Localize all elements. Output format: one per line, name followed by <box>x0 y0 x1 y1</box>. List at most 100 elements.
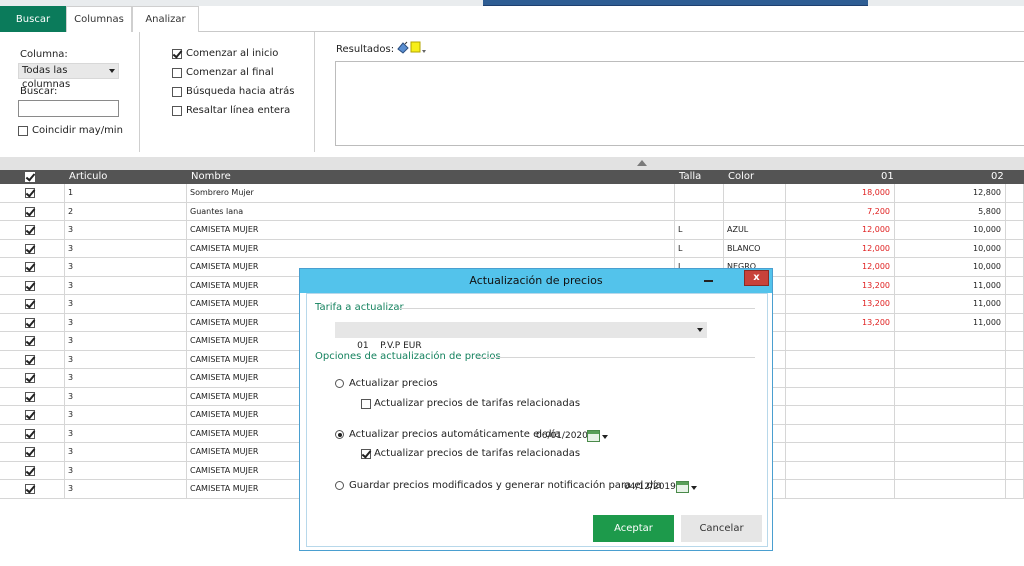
update-prices-radio[interactable] <box>335 379 344 388</box>
update-prices-label: Actualizar precios <box>349 378 438 389</box>
search-input[interactable] <box>18 100 119 117</box>
table-row[interactable]: 1 Sombrero Mujer 18,000 12,800 <box>0 184 1024 203</box>
cell-spacer <box>1006 387 1024 406</box>
minimize-icon[interactable] <box>704 280 713 282</box>
calendar-icon[interactable] <box>676 481 689 493</box>
cell-articulo: 3 <box>65 350 187 369</box>
accept-button[interactable]: Aceptar <box>593 515 674 542</box>
cell-p01: 7,200 <box>786 202 895 221</box>
save-notify-date[interactable]: 04/12/2019 <box>624 480 676 495</box>
dialog-titlebar[interactable]: Actualización de precios x <box>300 269 772 293</box>
column-header-02[interactable]: 02 <box>991 170 1004 184</box>
row-checkbox[interactable] <box>25 299 35 309</box>
row-checkbox[interactable] <box>25 243 35 254</box>
cell-articulo: 3 <box>65 424 187 443</box>
tab-analizar[interactable]: Analizar <box>132 6 199 32</box>
results-area[interactable] <box>335 61 1024 146</box>
start-at-end-checkbox[interactable] <box>172 68 182 78</box>
row-checkbox[interactable] <box>25 336 35 346</box>
auto-update-radio[interactable] <box>335 430 344 439</box>
row-checkbox[interactable] <box>25 447 35 457</box>
cell-articulo: 1 <box>65 184 187 202</box>
cell-articulo: 2 <box>65 202 187 221</box>
cell-nombre: CAMISETA MUJER <box>187 221 675 239</box>
update-related-label-2: Actualizar precios de tarifas relacionad… <box>374 448 581 459</box>
cell-p02: 5,800 <box>895 202 1006 221</box>
cell-talla: L <box>675 239 724 258</box>
cell-p01 <box>786 350 895 369</box>
collapse-up-icon[interactable] <box>637 160 647 166</box>
row-checkbox[interactable] <box>25 188 35 198</box>
cell-p01 <box>786 387 895 406</box>
column-select[interactable]: Todas las columnas <box>18 63 119 90</box>
column-header-01[interactable]: 01 <box>881 170 894 184</box>
cancel-button[interactable]: Cancelar <box>681 515 762 542</box>
section-divider <box>399 308 755 309</box>
cell-p02 <box>895 443 1006 461</box>
start-at-end-label: Comenzar al final <box>186 67 274 78</box>
match-case-checkbox[interactable] <box>18 126 28 136</box>
column-header-nombre[interactable]: Nombre <box>191 170 231 184</box>
chevron-down-icon[interactable] <box>602 435 608 439</box>
row-checkbox[interactable] <box>25 206 35 217</box>
cell-p02 <box>895 461 1006 480</box>
row-checkbox[interactable] <box>25 391 35 402</box>
cell-articulo: 3 <box>65 295 187 313</box>
tab-buscar[interactable]: Buscar <box>0 6 66 32</box>
cell-p01: 13,200 <box>786 276 895 295</box>
row-checkbox[interactable] <box>25 465 35 476</box>
dialog-body: Tarifa a actualizar 01 P.V.P EUR Opcione… <box>306 293 768 547</box>
tab-columnas[interactable]: Columnas <box>66 6 132 32</box>
cell-p01: 13,200 <box>786 313 895 332</box>
cell-spacer <box>1006 313 1024 332</box>
dialog-title: Actualización de precios <box>469 274 603 287</box>
cell-articulo: 3 <box>65 387 187 406</box>
cell-p01 <box>786 369 895 387</box>
select-all-checkbox[interactable] <box>25 172 35 182</box>
update-related-checkbox-1[interactable] <box>361 399 371 409</box>
cell-articulo: 3 <box>65 276 187 295</box>
search-backward-label: Búsqueda hacia atrás <box>186 86 295 97</box>
row-checkbox[interactable] <box>25 225 35 235</box>
table-row[interactable]: 3 CAMISETA MUJER L AZUL 12,000 10,000 <box>0 221 1024 240</box>
row-checkbox[interactable] <box>25 484 35 494</box>
column-header-talla[interactable]: Talla <box>679 170 701 184</box>
row-checkbox[interactable] <box>25 373 35 383</box>
column-header-color[interactable]: Color <box>728 170 754 184</box>
cell-spacer <box>1006 295 1024 313</box>
chevron-down-icon[interactable] <box>691 486 697 490</box>
tarifa-select[interactable]: 01 P.V.P EUR <box>335 322 707 351</box>
row-checkbox[interactable] <box>25 428 35 439</box>
row-checkbox[interactable] <box>25 354 35 365</box>
start-at-beginning-label: Comenzar al inicio <box>186 48 279 59</box>
auto-update-date[interactable]: 06/01/2020 <box>536 429 588 444</box>
search-backward-checkbox[interactable] <box>172 87 182 97</box>
update-related-label-1: Actualizar precios de tarifas relacionad… <box>374 398 581 409</box>
update-related-checkbox-2[interactable] <box>361 449 371 459</box>
row-checkbox[interactable] <box>25 262 35 272</box>
cell-spacer <box>1006 369 1024 387</box>
save-notify-radio[interactable] <box>335 481 344 490</box>
cell-spacer <box>1006 480 1024 498</box>
cell-spacer <box>1006 239 1024 258</box>
row-checkbox[interactable] <box>25 410 35 420</box>
close-button[interactable]: x <box>744 270 769 286</box>
paint-bucket-icon[interactable] <box>396 40 432 56</box>
table-row[interactable]: 2 Guantes lana 7,200 5,800 <box>0 202 1024 221</box>
row-checkbox[interactable] <box>25 317 35 328</box>
cell-p01: 13,200 <box>786 295 895 313</box>
save-notify-label: Guardar precios modificados y generar no… <box>349 480 662 491</box>
cell-spacer <box>1006 332 1024 350</box>
panel-splitter[interactable] <box>0 157 1024 170</box>
cell-color <box>724 202 786 221</box>
start-at-beginning-checkbox[interactable] <box>172 49 182 59</box>
cell-p01: 12,000 <box>786 239 895 258</box>
cell-nombre: Guantes lana <box>187 202 675 221</box>
cell-spacer <box>1006 202 1024 221</box>
chevron-down-icon <box>697 328 703 332</box>
table-row[interactable]: 3 CAMISETA MUJER L BLANCO 12,000 10,000 <box>0 239 1024 258</box>
calendar-icon[interactable] <box>587 430 600 442</box>
highlight-line-checkbox[interactable] <box>172 106 182 116</box>
column-header-articulo[interactable]: Articulo <box>69 170 107 184</box>
row-checkbox[interactable] <box>25 280 35 291</box>
